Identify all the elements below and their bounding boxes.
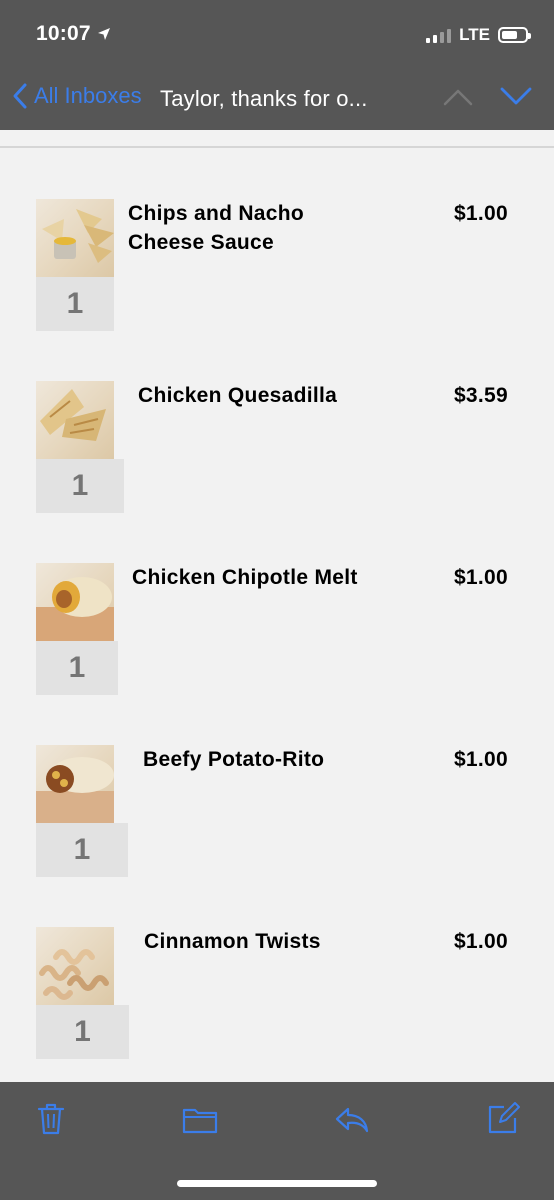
item-image [36,563,114,641]
item-price: $1.00 [453,202,508,225]
reply-icon[interactable] [334,1106,370,1134]
trash-icon[interactable] [36,1102,66,1136]
item-name: Beefy Potato-Rito [143,748,325,771]
compose-icon[interactable] [486,1102,520,1136]
status-indicators: LTE [426,25,531,45]
item-price: $1.00 [453,748,508,771]
status-time: 10:07 [36,22,111,46]
item-name: Chicken Chipotle Melt [132,566,358,589]
network-type: LTE [459,25,490,44]
content-divider [0,146,554,148]
order-item: 1 Cinnamon Twists $1.00 [0,927,554,1087]
item-price: $3.59 [453,384,508,407]
item-quantity: 1 [36,277,114,331]
nav-bar: All Inboxes Taylor, thanks for o... [0,76,554,120]
item-name: Cinnamon Twists [144,930,321,953]
item-image [36,745,114,823]
item-image [36,927,114,1005]
location-arrow-icon [97,28,110,40]
battery-icon [498,27,531,43]
order-item: 1 Beefy Potato-Rito $1.00 [0,745,554,905]
previous-message-chevron-up-icon[interactable] [443,88,473,106]
item-image [36,199,114,277]
item-quantity: 1 [36,641,118,695]
item-quantity: 1 [36,823,128,877]
next-message-chevron-down-icon[interactable] [500,86,532,106]
message-subject-title: Taylor, thanks for o... [160,86,368,111]
home-indicator[interactable] [177,1180,377,1187]
cellular-signal-icon [426,27,452,43]
top-header: 10:07 LTE All Inboxes Taylor, thanks for… [0,0,554,130]
item-price: $1.00 [453,566,508,589]
back-button[interactable]: All Inboxes [12,82,142,110]
item-name: Chicken Quesadilla [138,384,338,407]
back-button-label: All Inboxes [34,83,142,108]
status-time-text: 10:07 [36,22,91,45]
item-quantity: 1 [36,459,124,513]
item-image [36,381,114,459]
item-price: $1.00 [453,930,508,953]
chevron-left-icon [13,83,27,109]
item-name: Chips and Nacho Cheese Sauce [128,202,305,254]
folder-icon[interactable] [182,1106,218,1134]
order-item: 1 Chicken Quesadilla $3.59 [0,381,554,541]
order-item: 1 Chicken Chipotle Melt $1.00 [0,563,554,723]
order-item: 1 Chips and Nacho Cheese Sauce $1.00 [0,199,554,359]
item-quantity: 1 [36,1005,129,1059]
